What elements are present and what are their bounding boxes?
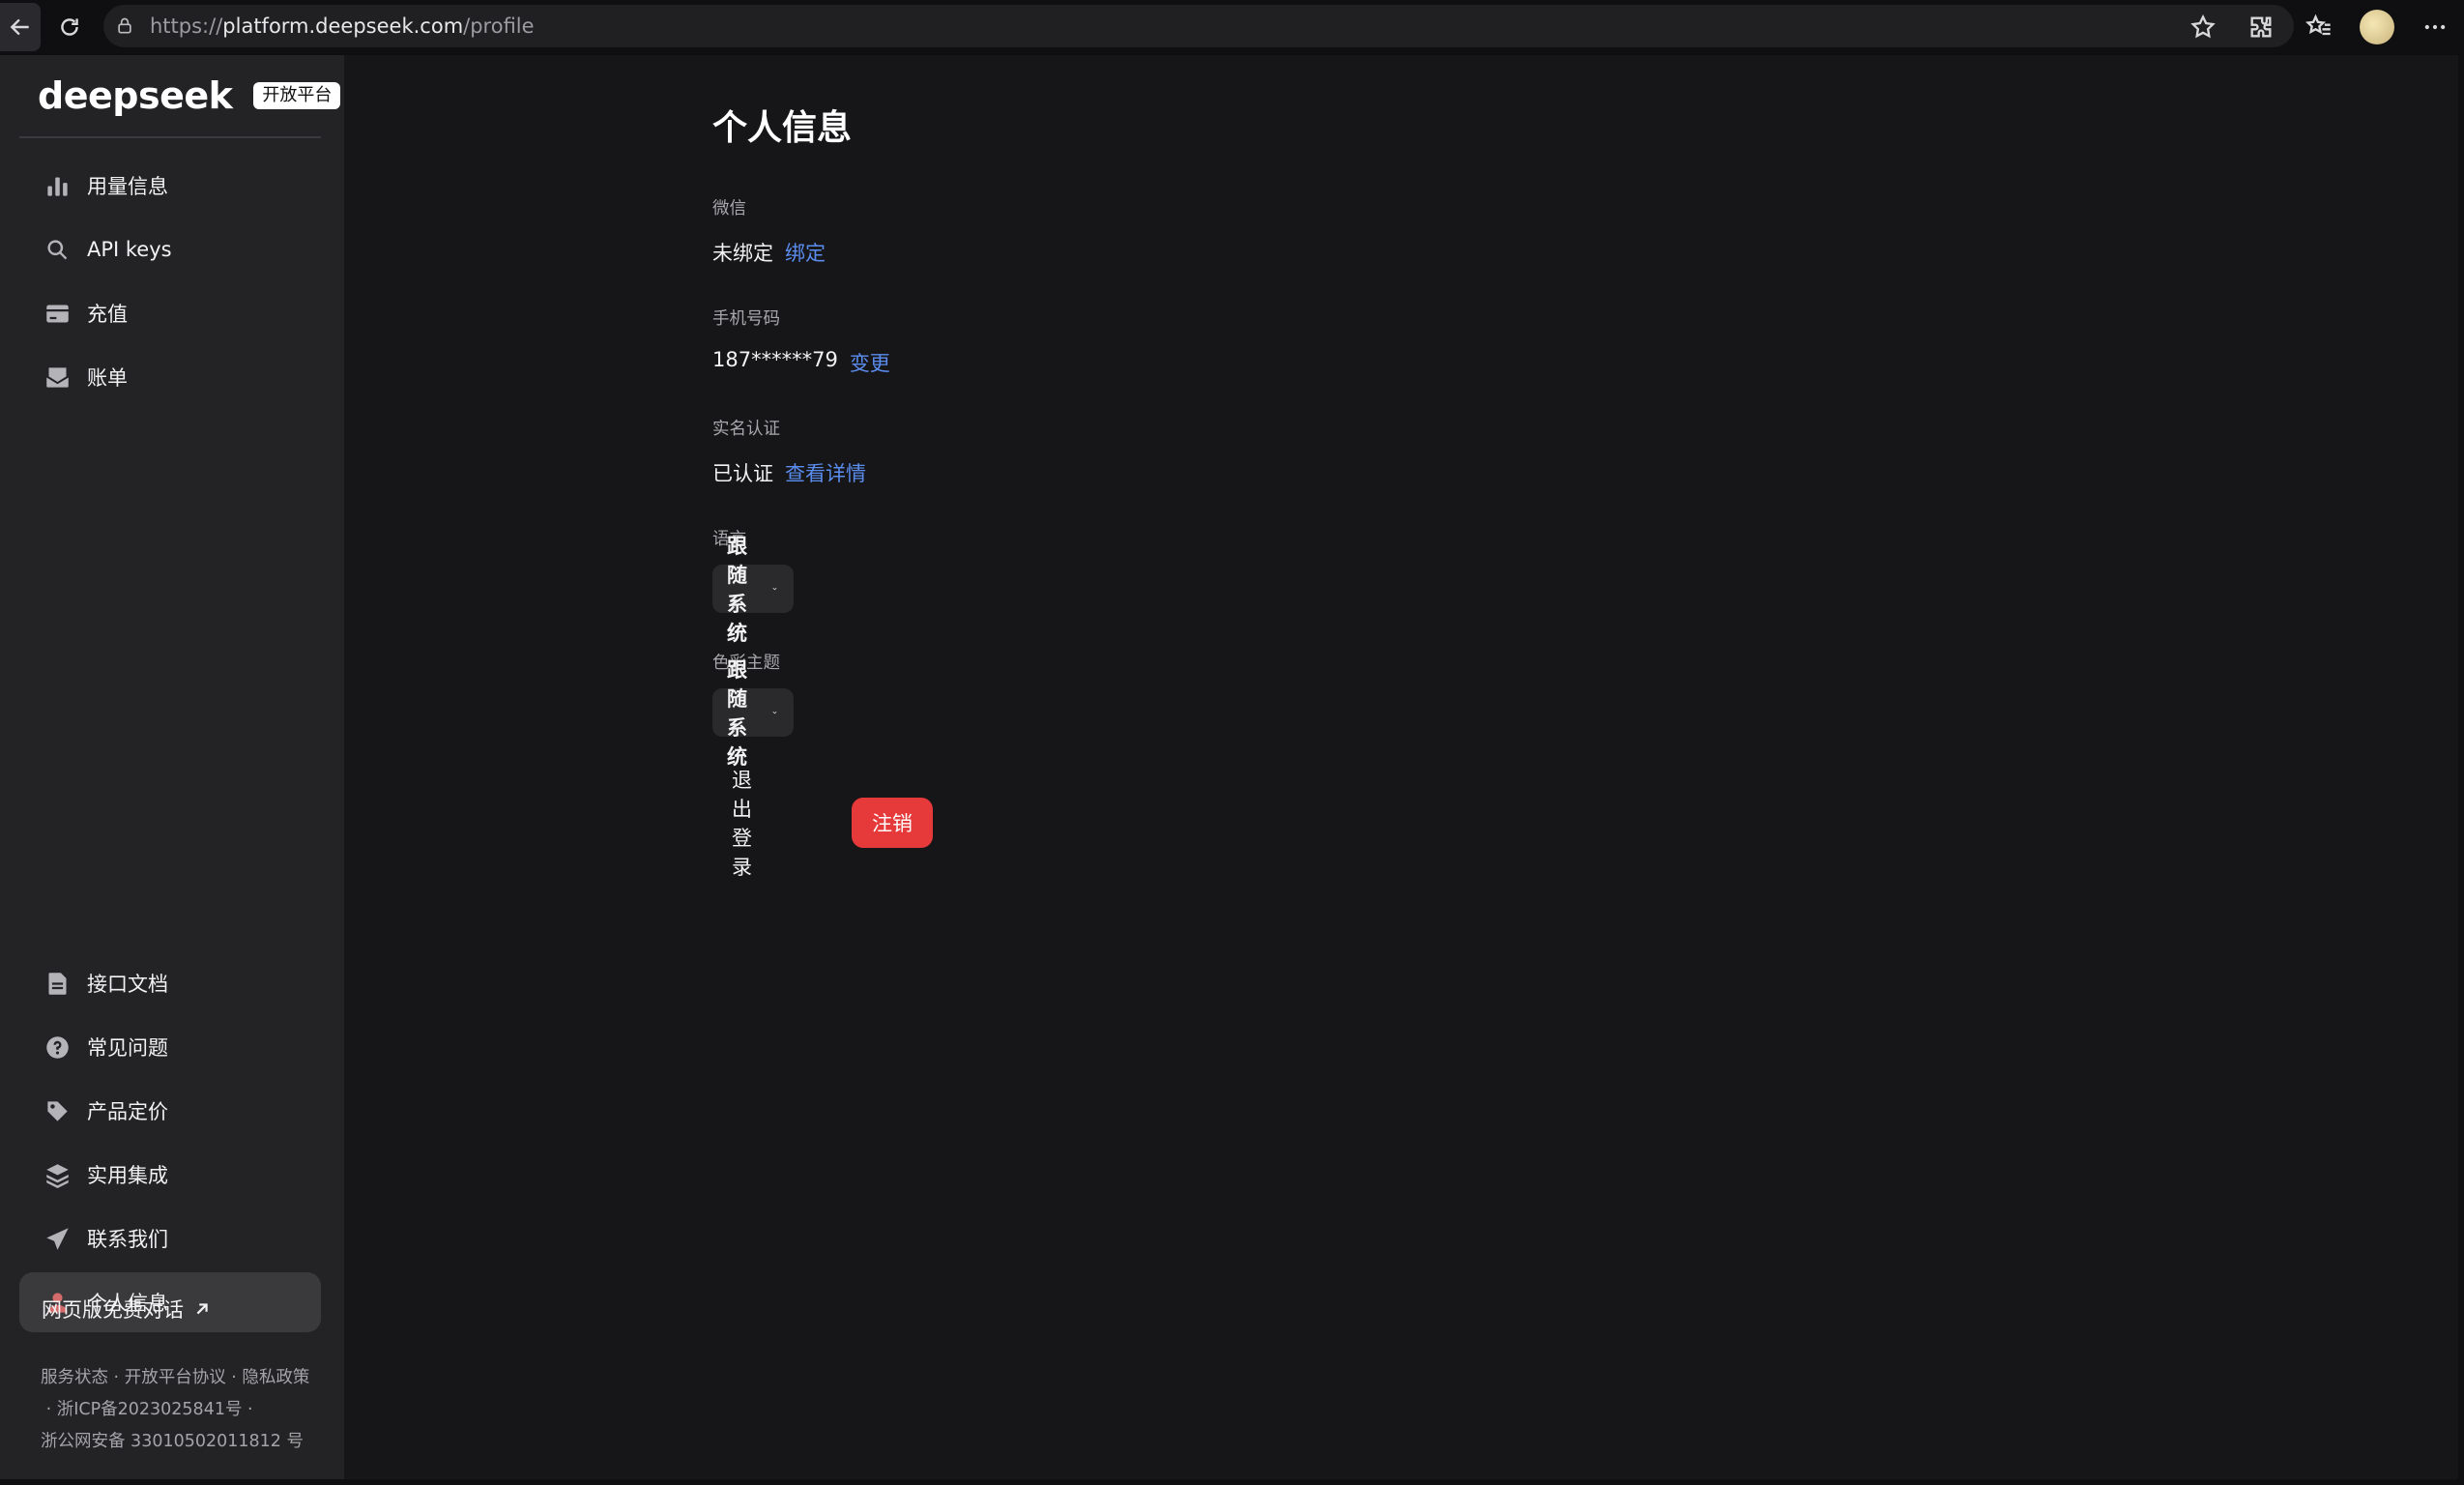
web-chat-link-label: 网页版免费对话 [42,1298,184,1322]
sidebar-item-label: 接口文档 [87,973,168,996]
realname-status: 已认证 [712,462,773,485]
bar-chart-icon [43,171,72,200]
sidebar-item-docs[interactable]: 接口文档 [19,953,321,1013]
url-text: https://platform.deepseek.com/profile [150,15,535,38]
sidebar-item-faq[interactable]: 常见问题 [19,1017,321,1077]
page-title: 个人信息 [712,108,853,148]
logo-row: deepseek 开放平台 [38,74,341,117]
sidebar-divider [19,136,321,138]
arrow-left-icon [10,18,29,35]
address-bar[interactable]: https://platform.deepseek.com/profile [103,5,2294,47]
search-key-icon [43,235,72,264]
language-select-value: 跟随系统 [727,535,747,645]
send-icon [43,1224,72,1253]
window-edge [2458,53,2464,1485]
realname-row: 已认证 查看详情 [712,458,866,487]
sidebar-item-label: 产品定价 [87,1100,168,1123]
sidebar-top-nav: 用量信息 API keys 充值 账单 [19,156,321,411]
sidebar-item-label: 账单 [87,366,128,390]
chevron-down-icon [772,587,777,591]
star-icon [2190,14,2216,38]
sidebar: deepseek 开放平台 用量信息 API keys 充值 账单 接口文档 常… [0,55,344,1479]
deregister-button[interactable]: 注销 [852,798,933,848]
footer-links[interactable]: 服务状态 · 开放平台协议 · 隐私政策 [41,1362,331,1394]
wechat-row: 未绑定 绑定 [712,238,826,267]
sidebar-item-label: 充值 [87,303,128,326]
sidebar-item-contact[interactable]: 联系我们 [19,1208,321,1268]
chevron-down-icon [772,711,777,714]
document-icon [43,969,72,998]
external-arrow-icon [196,1303,208,1315]
extensions-button[interactable] [2232,0,2290,53]
deepseek-logo[interactable]: deepseek [38,74,233,117]
web-chat-link[interactable]: 网页版免费对话 [42,1295,213,1324]
app-root: deepseek 开放平台 用量信息 API keys 充值 账单 接口文档 常… [0,55,2464,1479]
sidebar-item-billing[interactable]: 账单 [19,347,321,407]
profile-avatar-button[interactable] [2348,0,2406,53]
sidebar-item-label: 联系我们 [87,1228,168,1251]
avatar [2360,9,2394,44]
sidebar-footer: 服务状态 · 开放平台协议 · 隐私政策 · 浙ICP备2023025841号 … [41,1362,331,1458]
more-dots-icon [2424,24,2446,29]
sidebar-bottom-nav: 接口文档 常见问题 产品定价 实用集成 联系我们 个人信息 [19,953,321,1336]
footer-police-record[interactable]: 浙公网安备 33010502011812 号 [41,1426,331,1458]
puzzle-icon [2250,16,2272,37]
sidebar-item-label: 实用集成 [87,1164,168,1187]
window-bottom-edge [0,1479,2464,1485]
sidebar-item-recharge[interactable]: 充值 [19,283,321,343]
phone-row: 187******79 变更 [712,348,890,377]
sidebar-item-integrations[interactable]: 实用集成 [19,1145,321,1205]
mailbox-icon [43,363,72,392]
favorites-list-icon [2305,14,2331,35]
tag-icon [43,1096,72,1125]
wechat-label: 微信 [712,199,746,218]
layers-icon [43,1160,72,1189]
language-select[interactable]: 跟随系统 [712,535,794,645]
change-phone-link[interactable]: 变更 [850,348,890,377]
favorites-button[interactable] [2290,0,2348,53]
back-button[interactable] [0,2,41,51]
sidebar-item-label: 用量信息 [87,175,168,198]
browser-toolbar: https://platform.deepseek.com/profile [0,0,2464,53]
lock-icon [115,16,134,36]
wechat-status: 未绑定 [712,242,773,265]
theme-select-value: 跟随系统 [727,658,747,769]
realname-label: 实名认证 [712,420,780,439]
theme-select[interactable]: 跟随系统 [712,658,794,769]
reload-icon [61,17,78,36]
footer-icp[interactable]: · 浙ICP备2023025841号 · [41,1394,331,1426]
card-icon [43,299,72,328]
reload-button[interactable] [50,8,89,46]
sidebar-item-usage[interactable]: 用量信息 [19,156,321,216]
bind-wechat-link[interactable]: 绑定 [785,238,826,267]
logout-button[interactable]: 退出登录 [712,769,771,879]
favorite-star-button[interactable] [2174,0,2232,53]
platform-badge: 开放平台 [253,82,341,109]
sidebar-item-api-keys[interactable]: API keys [19,219,321,279]
realname-details-link[interactable]: 查看详情 [785,458,866,487]
sidebar-item-label: API keys [87,238,172,261]
sidebar-item-label: 常见问题 [87,1036,168,1060]
question-icon [43,1033,72,1062]
phone-number: 187******79 [712,348,838,371]
more-menu-button[interactable] [2406,0,2464,53]
phone-label: 手机号码 [712,309,780,329]
sidebar-item-pricing[interactable]: 产品定价 [19,1081,321,1141]
